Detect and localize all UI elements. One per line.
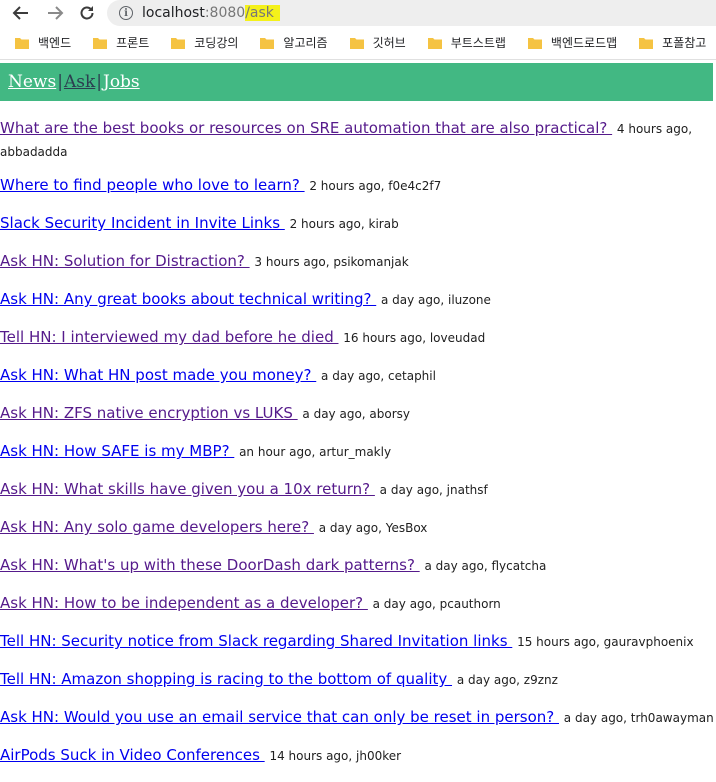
item-meta: a day ago, iluzone — [381, 293, 491, 307]
item-meta: a day ago, YesBox — [318, 521, 428, 535]
item-meta: a day ago, aborsy — [302, 407, 411, 421]
page-header: News | Ask | Jobs — [0, 63, 713, 101]
list-item: Tell HN: Security notice from Slack rega… — [0, 632, 716, 652]
forward-arrow-icon[interactable] — [44, 2, 66, 24]
item-title-link[interactable]: Ask HN: Any great books about technical … — [0, 290, 376, 308]
item-title-link[interactable]: Tell HN: Security notice from Slack rega… — [0, 632, 512, 650]
folder-icon — [93, 37, 108, 49]
list-item: Tell HN: I interviewed my dad before he … — [0, 328, 716, 348]
bookmark-item[interactable]: 포폴참고 — [639, 34, 706, 51]
item-meta: a day ago, jnathsf — [379, 483, 488, 497]
item-meta: 3 hours ago, psikomanjak — [254, 255, 409, 269]
folder-icon — [260, 37, 275, 49]
item-meta: 15 hours ago, gauravphoenix — [517, 635, 694, 649]
item-meta: a day ago, pcauthorn — [372, 597, 501, 611]
bookmark-item[interactable]: 깃허브 — [349, 34, 406, 51]
list-item: Ask HN: What HN post made you money? a d… — [0, 366, 716, 386]
list-item: Ask HN: Any great books about technical … — [0, 290, 716, 310]
bookmark-item[interactable]: 프론트 — [93, 34, 149, 51]
list-item: AirPods Suck in Video Conferences 14 hou… — [0, 746, 716, 766]
folder-icon — [527, 37, 542, 49]
bookmark-label: 부트스트랩 — [450, 36, 506, 50]
item-meta: 14 hours ago, jh00ker — [269, 749, 402, 763]
bookmark-item[interactable]: 코딩강의 — [171, 34, 238, 51]
item-title-link[interactable]: Ask HN: What skills have given you a 10x… — [0, 480, 375, 498]
nav-link-jobs[interactable]: Jobs — [103, 72, 140, 92]
item-meta: a day ago, flycatcha — [424, 559, 547, 573]
list-item: Ask HN: ZFS native encryption vs LUKS a … — [0, 404, 716, 424]
item-title-link[interactable]: Tell HN: I interviewed my dad before he … — [0, 328, 338, 346]
list-item: What are the best books or resources on … — [0, 117, 716, 163]
bookmark-label: 백엔드 — [38, 36, 72, 50]
list-item: Slack Security Incident in Invite Links … — [0, 214, 716, 234]
url-host: localhost — [142, 5, 205, 21]
bookmark-item[interactable]: 백엔드 — [15, 34, 71, 51]
back-arrow-icon[interactable] — [10, 2, 32, 24]
item-title-link[interactable]: Ask HN: Solution for Distraction? — [0, 252, 250, 270]
url-path: /ask — [245, 5, 280, 21]
list-item: Ask HN: Any solo game developers here? a… — [0, 518, 716, 538]
bookmark-item[interactable]: 부트스트랩 — [427, 34, 506, 51]
item-meta: 16 hours ago, loveudad — [343, 331, 486, 345]
bookmark-label: 깃허브 — [372, 36, 406, 50]
folder-icon — [171, 37, 186, 49]
list-item: Ask HN: Would you use an email service t… — [0, 708, 716, 728]
bookmark-label: 프론트 — [116, 36, 150, 50]
item-meta: a day ago, trh0awayman — [563, 711, 714, 725]
list-item: Tell HN: Amazon shopping is racing to th… — [0, 670, 716, 690]
url-port: :8080 — [204, 5, 246, 21]
item-title-link[interactable]: AirPods Suck in Video Conferences — [0, 746, 265, 764]
list-item: Where to find people who love to learn? … — [0, 176, 716, 196]
folder-icon — [349, 37, 364, 49]
item-title-link[interactable]: Ask HN: Any solo game developers here? — [0, 518, 314, 536]
item-meta: 2 hours ago, f0e4c2f7 — [309, 179, 442, 193]
list-item: Ask HN: What's up with these DoorDash da… — [0, 556, 716, 576]
folder-icon — [427, 37, 442, 49]
nav-separator: | — [96, 72, 102, 92]
item-title-link[interactable]: Slack Security Incident in Invite Links — [0, 214, 285, 232]
item-title-link[interactable]: Ask HN: How SAFE is my MBP? — [0, 442, 234, 460]
item-title-link[interactable]: Ask HN: What HN post made you money? — [0, 366, 316, 384]
address-bar[interactable]: i localhost:8080/ask — [107, 0, 716, 26]
item-title-link[interactable]: Ask HN: How to be independent as a devel… — [0, 594, 368, 612]
nav-separator: | — [57, 72, 63, 92]
bookmark-item[interactable]: 알고리즘 — [260, 34, 328, 51]
bookmark-label: 알고리즘 — [283, 36, 328, 50]
item-meta: a day ago, z9znz — [456, 673, 558, 687]
ask-list: What are the best books or resources on … — [0, 101, 716, 782]
reload-icon[interactable] — [76, 2, 98, 24]
item-title-link[interactable]: Ask HN: Would you use an email service t… — [0, 708, 559, 726]
item-title-link[interactable]: Where to find people who love to learn? — [0, 176, 305, 194]
list-item: Ask HN: What skills have given you a 10x… — [0, 480, 716, 500]
item-title-link[interactable]: Ask HN: What's up with these DoorDash da… — [0, 556, 420, 574]
item-meta: 2 hours ago, kirab — [289, 217, 399, 231]
list-item: Ask HN: How SAFE is my MBP? an hour ago,… — [0, 442, 716, 462]
info-icon[interactable]: i — [119, 6, 133, 20]
folder-icon — [15, 37, 29, 49]
item-meta: a day ago, cetaphil — [321, 369, 436, 383]
item-title-link[interactable]: What are the best books or resources on … — [0, 119, 612, 137]
nav-link-ask[interactable]: Ask — [64, 72, 95, 92]
list-item: Ask HN: How to be independent as a devel… — [0, 594, 716, 614]
nav-link-news[interactable]: News — [8, 72, 56, 92]
bookmark-item[interactable]: 백엔드로드맵 — [527, 34, 618, 51]
bookmark-label: 코딩강의 — [194, 36, 239, 50]
bookmark-label: 포폴참고 — [662, 36, 707, 50]
bookmark-label: 백엔드로드맵 — [550, 36, 618, 50]
browser-toolbar: i localhost:8080/ask — [0, 0, 716, 26]
bookmarks-bar: 백엔드 프론트 코딩강의 알고리즘 깃허브 부트스트랩 백엔드로드맵 포폴참고 — [0, 26, 716, 60]
item-title-link[interactable]: Ask HN: ZFS native encryption vs LUKS — [0, 404, 298, 422]
list-item: Ask HN: Solution for Distraction? 3 hour… — [0, 252, 716, 272]
folder-icon — [639, 37, 654, 49]
item-title-link[interactable]: Tell HN: Amazon shopping is racing to th… — [0, 670, 452, 688]
item-meta: an hour ago, artur_makly — [239, 445, 392, 459]
